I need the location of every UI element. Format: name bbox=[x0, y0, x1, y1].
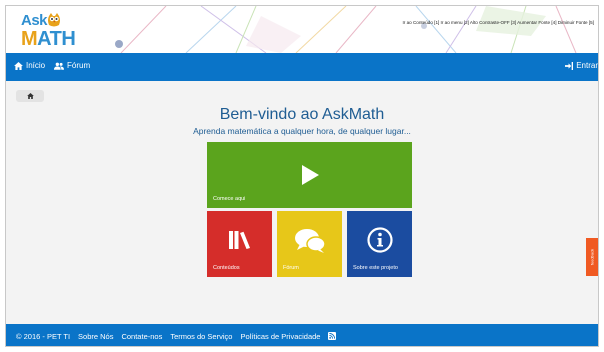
askmath-logo[interactable]: Ask MATH bbox=[21, 12, 81, 50]
nav-forum-label: Fórum bbox=[67, 61, 91, 70]
logo-text-top: Ask bbox=[21, 12, 48, 29]
forum-tile[interactable]: Fórum bbox=[277, 211, 342, 277]
feedback-tab[interactable]: feedback bbox=[586, 238, 598, 276]
site-footer: © 2016 - PET TI Sobre Nós Contate-nos Te… bbox=[6, 324, 598, 346]
books-icon bbox=[228, 231, 250, 249]
contents-label: Conteúdos bbox=[213, 265, 240, 271]
browser-viewport: Ask MATH Ir ao Conteúdo [1] Ir ao menu [… bbox=[5, 5, 599, 347]
footer-copyright: © 2016 - PET TI bbox=[16, 331, 71, 341]
start-here-label: Comece aqui bbox=[213, 196, 246, 202]
logo-text-bottom: MATH bbox=[21, 28, 76, 50]
main-navbar: Início Fórum Entrar bbox=[6, 53, 598, 81]
feedback-label: feedback bbox=[589, 248, 595, 266]
sign-in-icon bbox=[565, 61, 574, 70]
page-subtitle: Aprenda matemática a qualquer hora, de q… bbox=[193, 126, 411, 136]
nav-home-label: Início bbox=[26, 61, 46, 70]
page-title: Bem-vindo ao AskMath bbox=[219, 106, 385, 123]
breadcrumb[interactable] bbox=[16, 90, 44, 102]
main-content: Bem-vindo ao AskMath Aprenda matemática … bbox=[6, 81, 598, 324]
footer-about-link[interactable]: Sobre Nós bbox=[78, 332, 113, 341]
site-header: Ask MATH Ir ao Conteúdo [1] Ir ao menu [… bbox=[6, 6, 598, 53]
info-icon bbox=[366, 227, 393, 253]
about-project-tile[interactable]: Sobre este projeto bbox=[347, 211, 412, 277]
nav-home-link[interactable]: Início bbox=[14, 61, 45, 70]
play-icon bbox=[301, 165, 319, 185]
nav-login-link[interactable]: Entrar bbox=[565, 61, 598, 70]
accessibility-bar[interactable]: Ir ao Conteúdo [1] Ir ao menu [2] Alto C… bbox=[403, 20, 595, 25]
home-icon bbox=[14, 61, 23, 70]
nav-forum-link[interactable]: Fórum bbox=[54, 61, 90, 70]
chat-bubbles-icon bbox=[294, 229, 326, 253]
footer-terms-link[interactable]: Termos do Serviço bbox=[170, 332, 232, 341]
footer-privacy-link[interactable]: Políticas de Privacidade bbox=[240, 332, 320, 341]
nav-login-label: Entrar bbox=[576, 61, 598, 70]
owl-icon bbox=[48, 13, 60, 27]
about-project-label: Sobre este projeto bbox=[353, 265, 398, 271]
footer-contact-link[interactable]: Contate-nos bbox=[121, 332, 162, 341]
contents-tile[interactable]: Conteúdos bbox=[207, 211, 272, 277]
users-icon bbox=[54, 62, 64, 70]
forum-tile-label: Fórum bbox=[283, 265, 299, 271]
header-decoration bbox=[115, 6, 577, 53]
home-icon bbox=[26, 93, 34, 99]
rss-icon[interactable] bbox=[328, 332, 337, 340]
start-here-tile[interactable]: Comece aqui bbox=[207, 142, 412, 208]
